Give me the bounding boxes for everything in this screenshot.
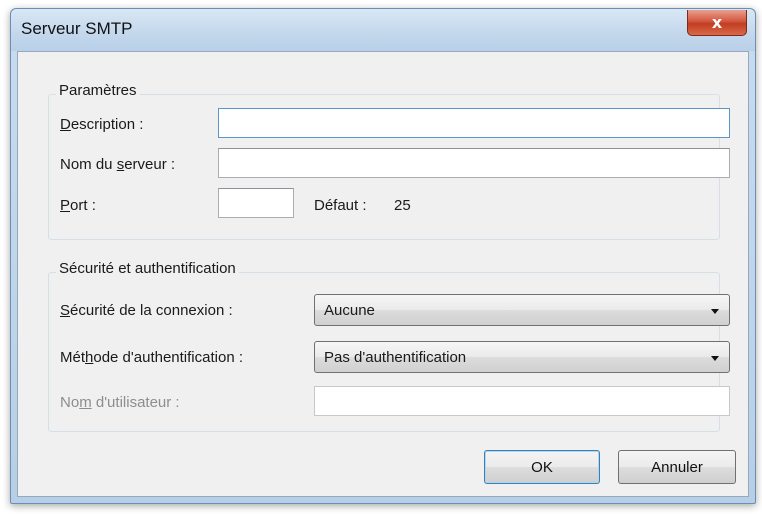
securite-group-title: Sécurité et authentification [56, 260, 239, 277]
auth-method-label: Méthode d'authentification : [60, 349, 244, 366]
connection-security-value: Aucune [324, 302, 375, 319]
chevron-down-icon [711, 356, 719, 361]
auth-method-select[interactable]: Pas d'authentification [314, 341, 730, 373]
connection-security-select[interactable]: Aucune [314, 294, 730, 326]
dialog-body: Paramètres Description : Nom du serveur … [17, 51, 749, 497]
close-button[interactable]: x [687, 10, 747, 36]
default-port-label: Défaut : [314, 197, 367, 214]
username-input[interactable] [314, 386, 730, 416]
close-icon: x [711, 13, 723, 32]
auth-method-value: Pas d'authentification [324, 349, 467, 366]
description-label: Description : [60, 116, 144, 133]
dialog-title: Serveur SMTP [21, 19, 133, 38]
server-name-input[interactable] [218, 148, 730, 178]
ok-button[interactable]: OK [484, 450, 600, 484]
server-name-label: Nom du serveur : [60, 156, 176, 173]
description-input[interactable] [218, 108, 730, 138]
smtp-server-dialog: Serveur SMTP x Paramètres Description : … [10, 8, 756, 504]
port-label: Port : [60, 197, 96, 214]
username-label: Nom d'utilisateur : [60, 394, 180, 411]
title-bar[interactable]: Serveur SMTP x [11, 9, 755, 51]
port-input[interactable] [218, 188, 294, 218]
chevron-down-icon [711, 309, 719, 314]
parametres-group-title: Paramètres [56, 82, 140, 99]
cancel-button[interactable]: Annuler [618, 450, 736, 484]
connection-security-label: Sécurité de la connexion : [60, 302, 233, 319]
default-port-value: 25 [394, 197, 411, 214]
